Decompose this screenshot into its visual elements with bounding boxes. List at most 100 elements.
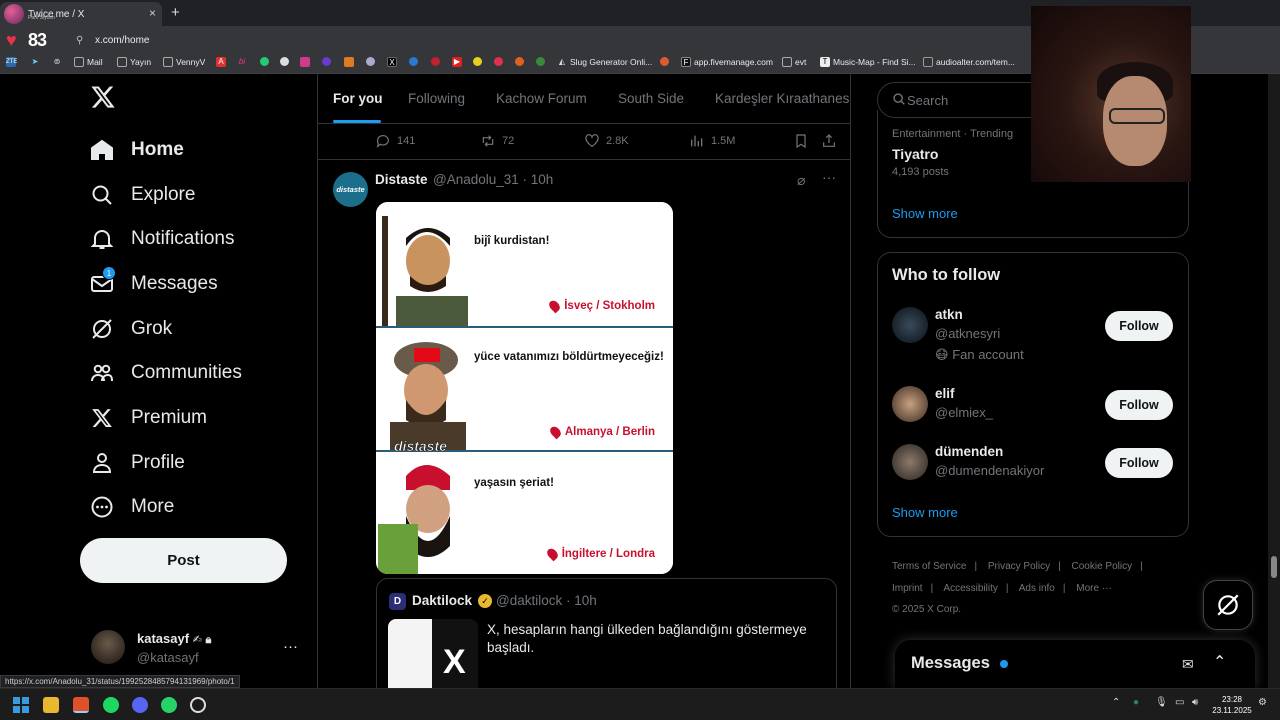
bookmark-icon[interactable] [260,57,269,66]
follow-button[interactable]: Follow [1105,448,1173,478]
bookmark-icon[interactable] [409,57,418,66]
footer-ads-info[interactable]: Ads info [1019,583,1055,594]
footer-accessibility[interactable]: Accessibility [943,583,997,594]
tab-for-you[interactable]: For you [333,91,383,106]
messages-drawer[interactable]: Messages ✉ ⌃ [895,640,1255,688]
brave-browser-icon[interactable] [73,697,89,713]
follow-button[interactable]: Follow [1105,311,1173,341]
nav-notifications[interactable]: Notifications [90,224,235,254]
nav-explore[interactable]: Explore [90,180,195,210]
follow-suggestion[interactable]: elif @elmiex_ Follow [878,386,1188,446]
show-more-link[interactable]: Show more [892,505,958,520]
nav-home[interactable]: Home [90,135,184,165]
bookmark-icon[interactable]: A [216,57,226,67]
nav-premium[interactable]: Premium [90,403,207,433]
x-logo-icon[interactable] [90,84,116,117]
tab-following[interactable]: Following [408,91,465,106]
trend-name[interactable]: Tiyatro [892,146,938,162]
page-scrollbar[interactable] [1268,74,1280,688]
chevron-up-icon[interactable]: ⌃ [1112,697,1120,708]
grok-floating-button[interactable] [1203,580,1253,630]
tweet-author-name[interactable]: Distaste [375,172,428,187]
repost-button[interactable]: 72 [480,133,514,149]
bookmark-icon[interactable] [322,57,331,66]
footer-cookie[interactable]: Cookie Policy [1072,561,1133,572]
follow-suggestion[interactable]: dümenden @dumendenakiyor Follow [878,444,1188,504]
notification-icon[interactable]: ⚙ [1258,697,1267,708]
tweet-image[interactable]: bijî kurdistan! İsveç / Stokholm yüce va… [376,202,673,574]
whatsapp-icon[interactable] [161,697,177,713]
bookmark-icon[interactable] [536,57,545,66]
bookmark-icon[interactable] [300,57,310,67]
footer-privacy[interactable]: Privacy Policy [988,561,1050,572]
tab-kachow-forum[interactable]: Kachow Forum [496,91,587,106]
tab-close-icon[interactable]: × [149,6,156,20]
bookmark-slug[interactable]: ◭ Slug Generator Onli... [557,57,652,67]
bookmark-icon[interactable]: bi [237,57,247,67]
reply-button[interactable]: 141 [375,133,415,149]
bookmark-icon[interactable] [515,57,524,66]
spotify-icon[interactable] [103,697,119,713]
taskbar-clock[interactable]: 23:28 23.11.2025 [1209,694,1255,716]
bookmark-mail[interactable]: Mail [74,57,103,67]
nav-grok[interactable]: Grok [90,314,172,344]
browser-tab[interactable]: Twice me / X Park Siyoon × [0,2,162,26]
share-button[interactable] [821,133,837,149]
avatar[interactable]: distaste [333,172,368,207]
new-tab-button[interactable]: + [171,4,180,21]
account-more-icon[interactable]: ··· [283,638,298,655]
network-icon[interactable]: ▭ [1175,697,1184,708]
post-button[interactable]: Post [80,538,287,583]
tab-south-side[interactable]: South Side [618,91,684,106]
bookmark-icon[interactable] [344,57,354,67]
bookmark-fivemanage[interactable]: Fapp.fivemanage.com [681,57,773,67]
bookmark-music-map[interactable]: T Music-Map - Find Si... [820,57,916,67]
nav-profile[interactable]: Profile [90,448,185,478]
tweet-handle-time[interactable]: @Anadolu_31 · 10h [433,172,553,187]
quoted-tweet[interactable]: D Daktilock ✓ @daktilock · 10h X X, hesa… [376,578,837,688]
volume-icon[interactable]: 🔊︎ [1192,697,1198,708]
url-input[interactable]: x.com/home [95,35,149,46]
file-explorer-icon[interactable] [43,697,59,713]
bookmark-icon[interactable] [494,57,503,66]
bookmark-icon[interactable] [366,57,375,66]
site-settings-icon[interactable]: ⚲ [76,35,83,46]
windows-start-icon[interactable] [13,697,29,713]
tab-kardesler[interactable]: Kardeşler Kıraathanesi [715,91,850,106]
scrollbar-thumb[interactable] [1271,556,1277,578]
grok-icon[interactable]: ⌀ [797,172,805,189]
footer-imprint[interactable]: Imprint [892,583,923,594]
bookmark-audioalter[interactable]: audioalter.com/tem... [923,57,1015,67]
bookmark-yayin[interactable]: Yayın [117,57,151,67]
bookmark-icon[interactable]: ➤ [30,57,40,67]
follow-suggestion[interactable]: atkn @atknesyri 😷︎ Fan account Follow [878,307,1188,367]
steam-icon[interactable] [190,697,206,713]
views-button[interactable]: 1.5M [689,133,735,149]
nav-more[interactable]: More [90,492,174,522]
bookmark-icon[interactable]: X [387,57,397,67]
more-icon[interactable]: ··· [822,169,836,185]
nav-communities[interactable]: Communities [90,358,242,388]
account-name[interactable]: katasayf ✍ 🔒︎ [137,631,211,647]
nav-messages[interactable]: 1 Messages [90,266,218,299]
footer-terms[interactable]: Terms of Service [892,561,966,572]
show-more-link[interactable]: Show more [892,206,958,221]
new-message-icon[interactable]: ✉ [1182,656,1194,673]
follow-button[interactable]: Follow [1105,390,1173,420]
bookmark-icon[interactable] [431,57,440,66]
microphone-icon[interactable]: 🎙︎ [1155,697,1168,708]
like-button[interactable]: 2.8K [584,133,629,149]
bookmark-evt[interactable]: evt [782,57,806,67]
avatar[interactable] [91,630,125,664]
bookmark-button[interactable] [793,133,809,149]
tray-app-icon[interactable]: ● [1133,697,1139,708]
bookmark-vennyv[interactable]: VennyV [163,57,205,67]
bookmark-icon[interactable]: ⊚ [52,57,62,67]
bookmark-icon[interactable]: ▶ [452,57,462,67]
chevron-up-icon[interactable]: ⌃ [1213,652,1226,672]
bookmark-icon[interactable] [280,57,289,66]
footer-more[interactable]: More ··· [1076,583,1112,594]
bookmark-icon[interactable] [660,57,669,66]
bookmark-icon[interactable]: ZTE [6,57,17,67]
bookmark-icon[interactable] [473,57,482,66]
